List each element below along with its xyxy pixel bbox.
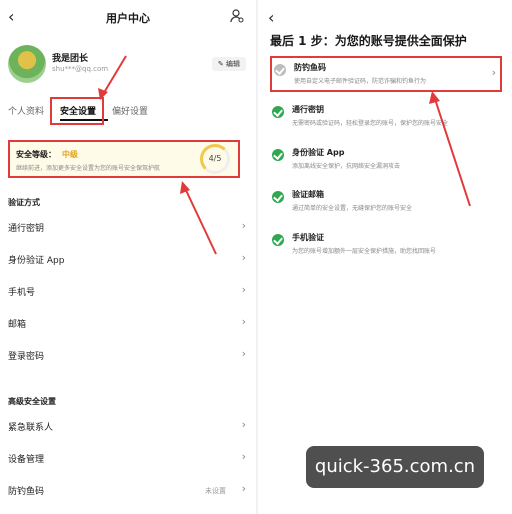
item-name: 验证邮箱 — [292, 190, 324, 199]
chevron-right-icon: › — [491, 66, 496, 79]
chevron-right-icon: › — [241, 283, 246, 296]
tab-preferences[interactable]: 偏好设置 — [112, 104, 148, 117]
item-desc: 添加离线安全保护，抗网络安全漏洞攻击 — [292, 163, 401, 170]
security-level-card[interactable]: 安全等级： 中级 继续前进，添加更多安全设置为您的账号安全保驾护航 4/5 — [8, 140, 240, 178]
list-item-label: 登录密码 — [8, 352, 45, 362]
page-title: 用户中心 — [106, 12, 150, 25]
pending-check-icon — [274, 64, 286, 76]
list-item-label: 紧急联系人 — [8, 423, 54, 433]
list-item-verify-email[interactable]: 验证邮箱 通过简单的安全设置，无缝保护您的账号安全 — [270, 185, 502, 221]
chevron-right-icon: › — [241, 347, 246, 360]
list-item-email[interactable]: 邮箱 › — [8, 314, 248, 332]
security-level-value: 中级 — [62, 150, 78, 159]
list-item-login-password[interactable]: 登录密码 › — [8, 346, 248, 364]
avatar[interactable] — [8, 45, 46, 83]
list-item-label: 设备管理 — [8, 455, 45, 465]
list-item-auth-app[interactable]: 身份验证 App › — [8, 250, 248, 268]
list-item-phone-verify[interactable]: 手机验证 为您的账号增加额外一层安全保护措施，助您找回账号 — [270, 228, 502, 264]
profile-name: 我是团长 — [52, 54, 89, 64]
check-circle-icon — [272, 234, 284, 246]
chevron-right-icon: › — [241, 251, 246, 264]
list-item-emergency-contact[interactable]: 紧急联系人 › — [8, 417, 248, 435]
item-desc: 使用自定义电子邮件验证码，防范诈骗和钓鱼行为 — [294, 78, 427, 85]
list-item-label: 防钓鱼码 — [8, 487, 45, 497]
item-name: 手机验证 — [292, 233, 324, 242]
chevron-right-icon: › — [241, 482, 246, 495]
back-button[interactable]: ‹ — [268, 8, 274, 27]
list-item-label: 身份验证 App — [8, 256, 65, 266]
item-name: 通行密钥 — [292, 105, 324, 114]
highlight-box-tab — [50, 97, 104, 125]
chevron-right-icon: › — [241, 315, 246, 328]
list-item-passkey[interactable]: 通行密钥 无需密码或验证码，轻松登录您的账号，保护您的账号安全 — [270, 100, 502, 136]
item-name: 防钓鱼码 — [294, 63, 326, 72]
left-topbar: ‹ 用户中心 — [0, 6, 256, 30]
profile-header: 我是团长 shu***@qq.com ✎ 编辑 — [8, 45, 248, 85]
list-item-label: 手机号 — [8, 288, 36, 298]
list-item-anti-phishing[interactable]: 防钓鱼码 未设置 › — [8, 481, 248, 499]
user-settings-icon[interactable] — [230, 9, 244, 23]
progress-ring-text: 4/5 — [208, 154, 222, 163]
list-item-device-management[interactable]: 设备管理 › — [8, 449, 248, 467]
check-circle-icon — [272, 149, 284, 161]
chevron-right-icon: › — [241, 450, 246, 463]
page-title: 最后 1 步：为您的账号提供全面保护 — [270, 34, 467, 48]
right-screen: ‹ 最后 1 步：为您的账号提供全面保护 防钓鱼码 使用自定义电子邮件验证码，防… — [258, 0, 512, 514]
list-item-anti-phishing[interactable]: 防钓鱼码 使用自定义电子邮件验证码，防范诈骗和钓鱼行为 › — [270, 56, 502, 92]
status-badge: 未设置 — [205, 487, 226, 495]
item-desc: 为您的账号增加额外一层安全保护措施，助您找回账号 — [292, 248, 437, 255]
check-circle-icon — [272, 191, 284, 203]
section-verify-heading: 验证方式 — [8, 198, 40, 207]
list-item-phone[interactable]: 手机号 › — [8, 282, 248, 300]
check-circle-icon — [272, 106, 284, 118]
item-desc: 通过简单的安全设置，无缝保护您的账号安全 — [292, 205, 413, 212]
tab-profile[interactable]: 个人资料 — [8, 104, 44, 117]
security-level-desc: 继续前进，添加更多安全设置为您的账号安全保驾护航 — [16, 165, 161, 172]
list-item-passkey[interactable]: 通行密钥 › — [8, 218, 248, 236]
list-item-label: 邮箱 — [8, 320, 27, 330]
section-advanced-heading: 高级安全设置 — [8, 397, 56, 406]
list-item-label: 通行密钥 — [8, 224, 45, 234]
security-level-label: 安全等级： — [16, 150, 56, 159]
watermark: quick-365.com.cn — [306, 446, 484, 488]
left-screen: ‹ 用户中心 我是团长 shu***@qq.com ✎ 编辑 个人资料 安全设置… — [0, 0, 256, 514]
chevron-right-icon: › — [241, 219, 246, 232]
item-name: 身份验证 App — [292, 148, 345, 157]
profile-email: shu***@qq.com — [52, 65, 109, 73]
chevron-right-icon: › — [241, 418, 246, 431]
item-desc: 无需密码或验证码，轻松登录您的账号，保护您的账号安全 — [292, 120, 449, 127]
edit-profile-button[interactable]: ✎ 编辑 — [211, 57, 246, 71]
list-item-auth-app[interactable]: 身份验证 App 添加离线安全保护，抗网络安全漏洞攻击 — [270, 143, 502, 179]
